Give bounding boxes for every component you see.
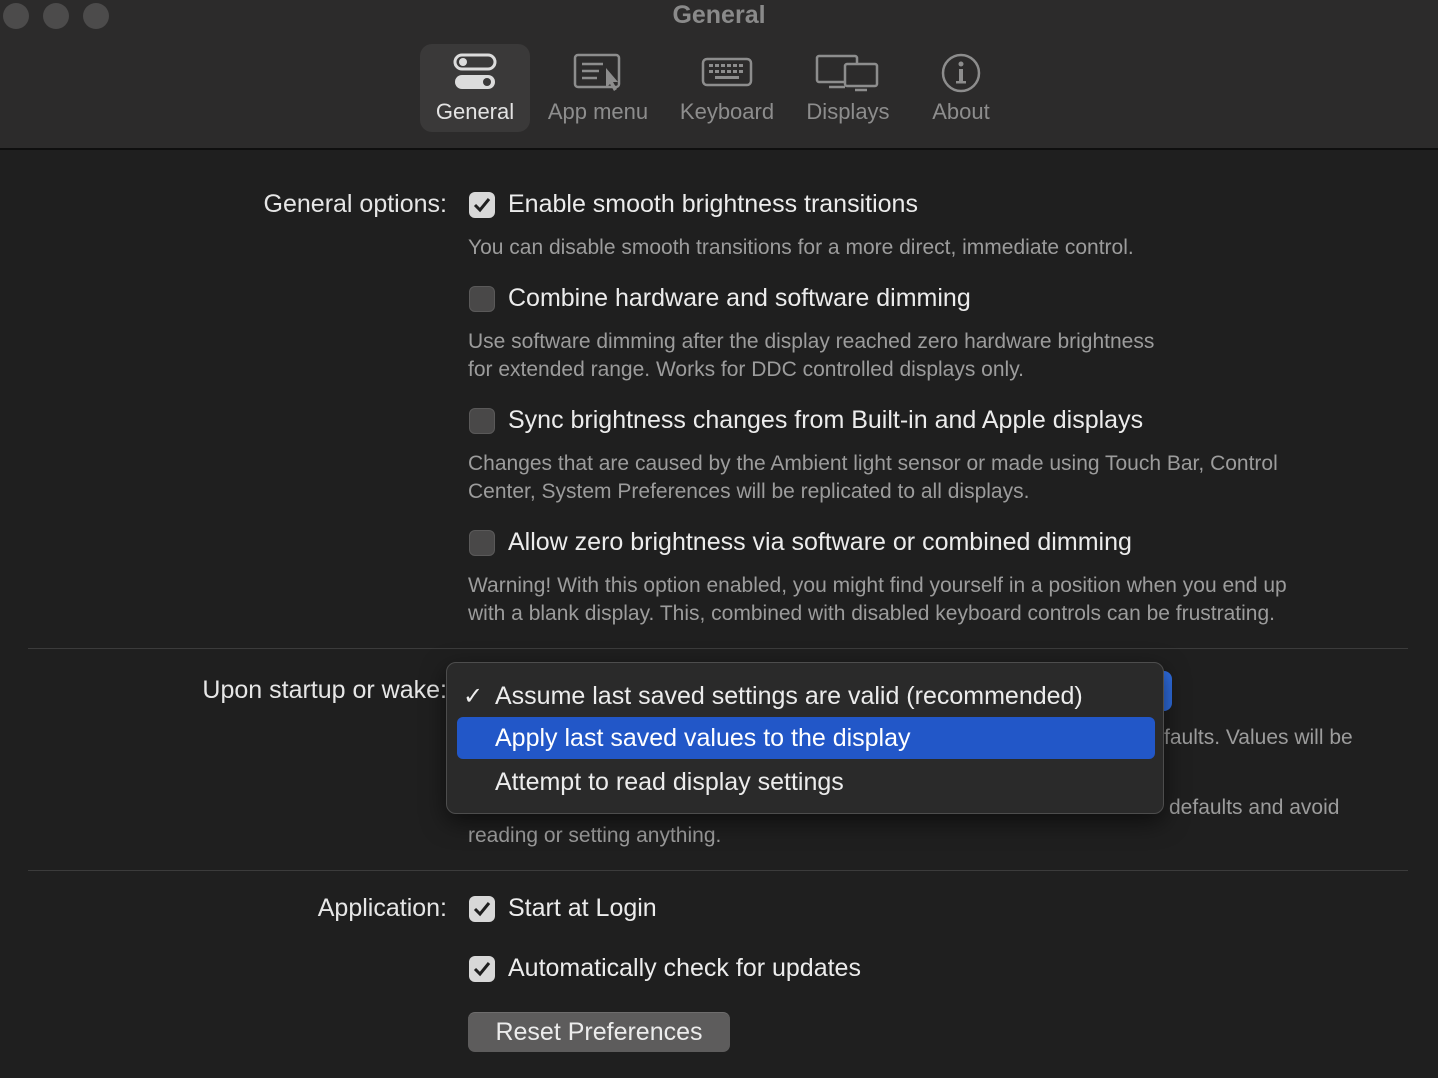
zero-brightness-desc-line2: with a blank display. This, combined wit… xyxy=(468,602,1275,625)
tab-about-label: About xyxy=(932,99,990,124)
checkmark-icon: ✓ xyxy=(463,683,484,710)
startup-note-fragment: defaults and avoid xyxy=(1169,796,1340,819)
smooth-transitions-label: Enable smooth brightness transitions xyxy=(508,190,918,218)
tab-about[interactable]: About xyxy=(916,44,1006,132)
tab-keyboard-label: Keyboard xyxy=(679,99,775,124)
menu-item-apply-saved[interactable]: Apply last saved values to the display xyxy=(457,717,1155,759)
sync-brightness-desc-line2: Center, System Preferences will be repli… xyxy=(468,480,1030,503)
tab-general[interactable]: General xyxy=(420,44,530,132)
menu-item-read-settings[interactable]: Attempt to read display settings xyxy=(457,761,1155,803)
info-icon xyxy=(940,52,982,99)
tab-keyboard[interactable]: Keyboard xyxy=(670,44,784,132)
general-options-label: General options: xyxy=(263,190,447,218)
smooth-transitions-checkbox[interactable] xyxy=(469,192,495,218)
sync-brightness-desc-line1: Changes that are caused by the Ambient l… xyxy=(468,452,1278,475)
tab-app-menu-label: App menu xyxy=(547,99,649,124)
check-updates-checkbox[interactable] xyxy=(469,956,495,982)
zero-brightness-desc-line1: Warning! With this option enabled, you m… xyxy=(468,574,1287,597)
sync-brightness-checkbox[interactable] xyxy=(469,408,495,434)
zero-brightness-label: Allow zero brightness via software or co… xyxy=(508,528,1132,556)
menu-list-icon xyxy=(573,52,623,97)
startup-desc-fragment: faults. Values will be xyxy=(1164,726,1353,749)
reset-preferences-button[interactable]: Reset Preferences xyxy=(468,1012,730,1052)
tab-displays-label: Displays xyxy=(806,99,890,124)
combine-dimming-label: Combine hardware and software dimming xyxy=(508,284,971,312)
menu-item-assume-valid[interactable]: ✓ Assume last saved settings are valid (… xyxy=(457,675,1155,717)
combine-dimming-checkbox[interactable] xyxy=(469,286,495,312)
toggle-switches-icon xyxy=(453,52,497,97)
preferences-window: General General App menu Keyboard Displa… xyxy=(0,0,1438,1078)
application-label: Application: xyxy=(317,894,447,922)
startup-dropdown-menu: ✓ Assume last saved settings are valid (… xyxy=(446,662,1164,814)
tab-general-label: General xyxy=(435,99,515,124)
zero-brightness-checkbox[interactable] xyxy=(469,530,495,556)
displays-icon xyxy=(815,52,881,97)
tab-app-menu[interactable]: App menu xyxy=(540,44,656,132)
tab-displays[interactable]: Displays xyxy=(796,44,900,132)
menu-item-label: Apply last saved values to the display xyxy=(495,724,911,752)
toolbar: General General App menu Keyboard Displa… xyxy=(0,0,1438,150)
sync-brightness-label: Sync brightness changes from Built-in an… xyxy=(508,406,1144,434)
combine-dimming-desc-line1: Use software dimming after the display r… xyxy=(468,330,1155,353)
menu-item-label: Assume last saved settings are valid (re… xyxy=(495,682,1083,710)
smooth-transitions-desc: You can disable smooth transitions for a… xyxy=(468,236,1134,259)
combine-dimming-desc-line2: for extended range. Works for DDC contro… xyxy=(468,358,1024,381)
keyboard-icon xyxy=(701,52,753,97)
start-at-login-label: Start at Login xyxy=(508,894,657,922)
window-title: General xyxy=(672,1,766,29)
section-divider xyxy=(28,870,1408,871)
startup-note-line2: reading or setting anything. xyxy=(468,824,722,847)
section-divider xyxy=(28,648,1408,649)
start-at-login-checkbox[interactable] xyxy=(469,896,495,922)
check-updates-label: Automatically check for updates xyxy=(508,954,861,982)
startup-label: Upon startup or wake: xyxy=(202,676,447,704)
menu-item-label: Attempt to read display settings xyxy=(495,768,844,796)
